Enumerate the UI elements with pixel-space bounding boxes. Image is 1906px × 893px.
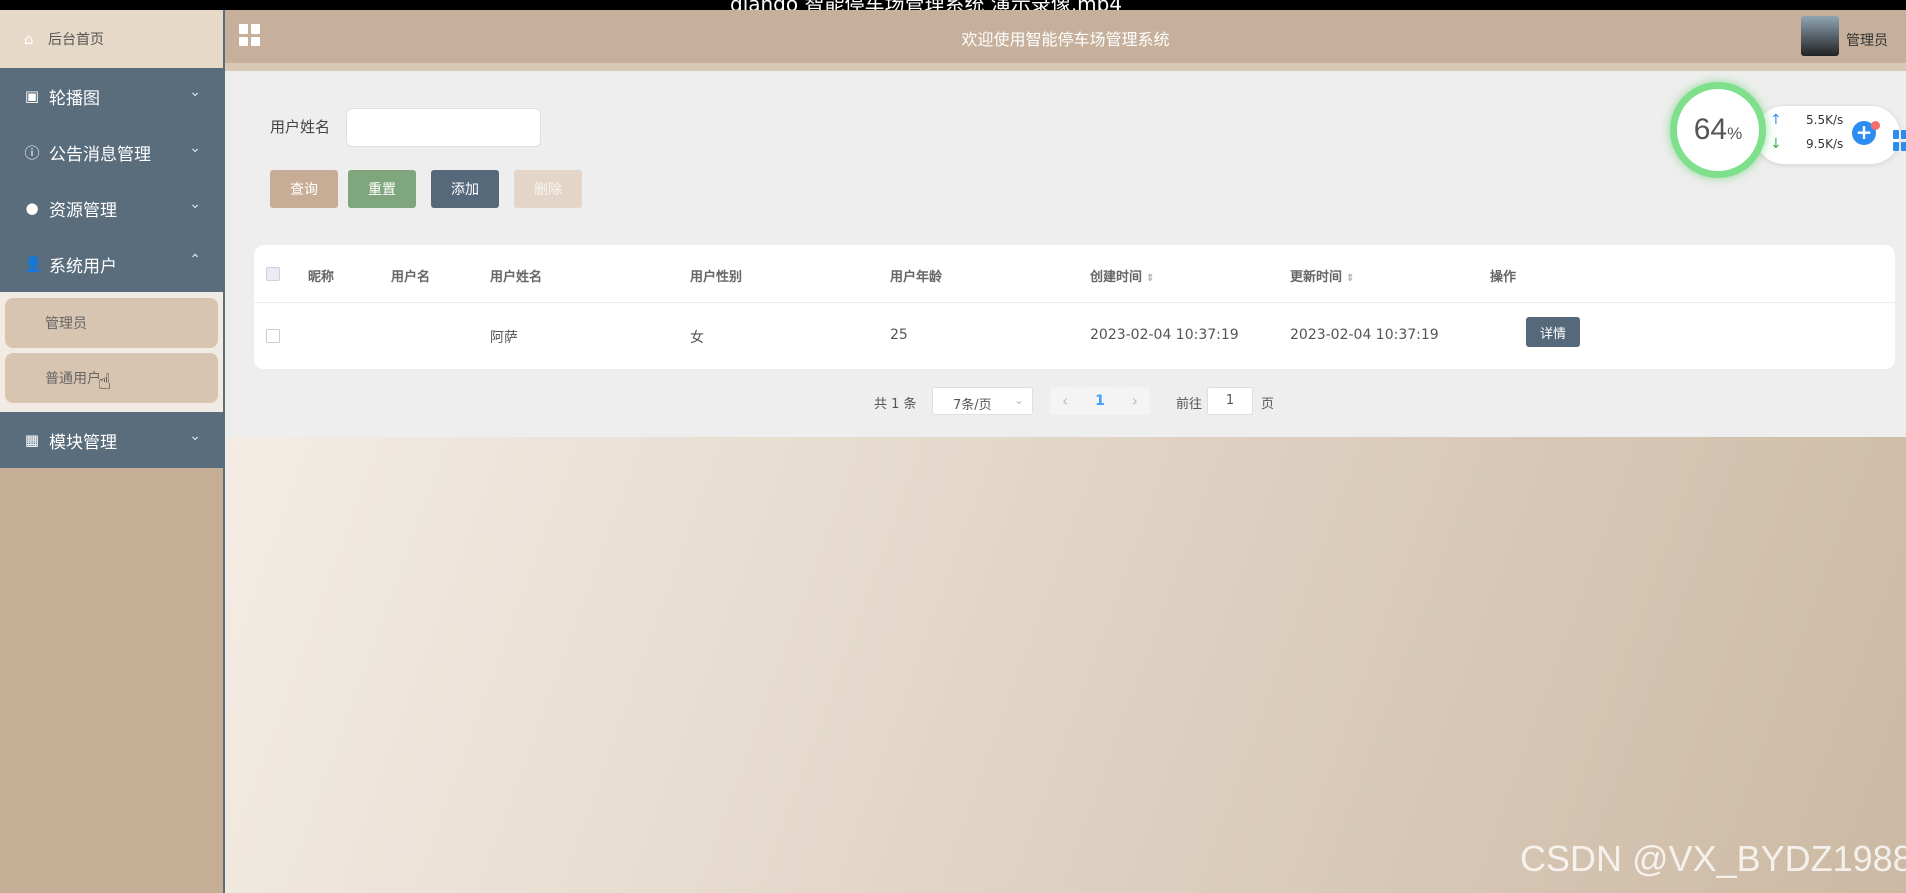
submenu-item-admin[interactable]: 管理员 (5, 298, 218, 348)
search-label: 用户姓名 (270, 118, 331, 136)
page-size-value: 7条/页 (953, 398, 992, 413)
grid-icon: ▦ (24, 431, 40, 449)
sidebar-item-notices[interactable]: ⓘ 公告消息管理 ⌄ (0, 124, 223, 180)
table-row: 阿萨 女 25 2023-02-04 10:37:19 2023-02-04 1… (254, 304, 1895, 369)
chevron-left-icon: ‹ (1062, 392, 1068, 410)
chevron-down-icon: ⌄ (189, 196, 201, 212)
sidebar-item-label: 资源管理 (49, 200, 117, 221)
percent-sign: % (1727, 124, 1743, 143)
submenu-item-label: 管理员 (45, 316, 87, 332)
sort-icon[interactable]: ⇕ (1146, 273, 1154, 284)
prev-page-button[interactable]: ‹ (1050, 387, 1080, 415)
sidebar-item-system-users[interactable]: 👤 系统用户 ⌃ (0, 236, 223, 292)
column-header-actions: 操作 (1490, 270, 1517, 285)
user-icon: 👤 (24, 255, 43, 273)
page-unit-label: 页 (1261, 397, 1275, 412)
column-header-realname: 用户姓名 (490, 270, 543, 285)
column-header-age: 用户年龄 (890, 270, 943, 285)
column-header-created-label: 创建时间 (1090, 270, 1143, 285)
chevron-right-icon: › (1132, 392, 1138, 410)
main-panel: 用户姓名 查询 重置 添加 删除 昵称 用户名 用户姓名 用户性别 用户年龄 创… (225, 71, 1906, 437)
sidebar-item-label: 公告消息管理 (49, 144, 151, 165)
column-header-username: 用户名 (391, 270, 431, 285)
apps-icon[interactable] (1893, 130, 1906, 152)
download-arrow-icon: ↓ (1770, 136, 1782, 152)
column-header-nickname: 昵称 (308, 270, 335, 285)
cell-age: 25 (890, 327, 908, 343)
video-title-bar: django 智能停车场管理系统 演示录像.mp4 (0, 0, 1906, 10)
table-header-row: 昵称 用户名 用户姓名 用户性别 用户年龄 创建时间 ⇕ 更新时间 ⇕ 操作 (254, 245, 1895, 303)
goto-page-input[interactable]: 1 (1207, 387, 1253, 415)
top-header: 欢迎使用智能停车场管理系统 管理员 (225, 10, 1906, 63)
sidebar-item-resources[interactable]: ● 资源管理 ⌄ (0, 180, 223, 236)
goto-label: 前往 (1176, 397, 1203, 412)
column-header-updated[interactable]: 更新时间 ⇕ (1290, 266, 1354, 285)
column-header-gender: 用户性别 (690, 270, 743, 285)
query-button[interactable]: 查询 (270, 170, 338, 208)
notification-dot (1871, 121, 1880, 130)
download-speed: 9.5K/s (1806, 137, 1844, 151)
home-icon: ⌂ (24, 30, 34, 48)
chevron-up-icon: ⌃ (189, 252, 201, 268)
memory-usage-gauge[interactable]: 64% (1670, 82, 1766, 178)
upload-speed: 5.5K/s (1806, 113, 1844, 127)
system-users-submenu: 管理员 普通用户 (0, 292, 223, 412)
content-background (225, 437, 1906, 893)
page-size-select[interactable]: 7条/页 ⌄ (932, 387, 1033, 415)
cell-gender: 女 (690, 330, 704, 346)
add-button[interactable]: 添加 (431, 170, 499, 208)
sidebar-item-home[interactable]: ⌂ 后台首页 (0, 10, 223, 68)
reset-button[interactable]: 重置 (348, 170, 416, 208)
usage-percent: 64 (1693, 113, 1728, 146)
current-user-name[interactable]: 管理员 (1846, 30, 1888, 50)
avatar[interactable] (1801, 16, 1839, 56)
sidebar-item-modules[interactable]: ▦ 模块管理 ⌄ (0, 412, 223, 468)
sidebar-item-label: 系统用户 (49, 256, 117, 277)
chevron-down-icon: ⌄ (189, 140, 201, 156)
chevron-down-icon: ⌄ (189, 84, 201, 100)
hand-cursor-icon: ☝ (98, 370, 112, 395)
image-icon: ▣ (24, 87, 40, 105)
sidebar-item-carousel[interactable]: ▣ 轮播图 ⌄ (0, 68, 223, 124)
watermark: CSDN @VX_BYDZ1988 (1520, 838, 1906, 879)
bulb-icon: ● (25, 199, 39, 217)
submenu-item-label: 普通用户 (45, 371, 101, 387)
cell-updated: 2023-02-04 10:37:19 (1290, 327, 1439, 343)
sidebar-item-label: 轮播图 (49, 88, 100, 109)
sidebar: ⌂ 后台首页 ▣ 轮播图 ⌄ ⓘ 公告消息管理 ⌄ ● 资源管理 ⌄ 👤 系统用… (0, 10, 225, 893)
info-icon: ⓘ (24, 143, 40, 162)
chevron-down-icon: ⌄ (189, 428, 201, 444)
current-page[interactable]: 1 (1080, 387, 1120, 415)
chevron-down-icon: ⌄ (1013, 393, 1024, 407)
upload-arrow-icon: ↑ (1770, 112, 1782, 128)
realname-search-input[interactable] (346, 108, 541, 147)
sidebar-home-label: 后台首页 (48, 32, 104, 48)
welcome-title: 欢迎使用智能停车场管理系统 (961, 30, 1170, 49)
detail-button[interactable]: 详情 (1526, 317, 1580, 347)
column-header-updated-label: 更新时间 (1290, 270, 1343, 285)
next-page-button[interactable]: › (1120, 387, 1150, 415)
delete-button[interactable]: 删除 (514, 170, 582, 208)
header-divider (225, 63, 1906, 71)
sort-icon[interactable]: ⇕ (1346, 273, 1354, 284)
sidebar-item-label: 模块管理 (49, 432, 117, 453)
cell-created: 2023-02-04 10:37:19 (1090, 327, 1239, 343)
column-header-created[interactable]: 创建时间 ⇕ (1090, 266, 1154, 285)
pagination-total: 共 1 条 (874, 397, 917, 412)
submenu-item-normal-user[interactable]: 普通用户 (5, 353, 218, 403)
cell-realname: 阿萨 (490, 330, 518, 346)
select-all-checkbox[interactable] (266, 267, 280, 281)
users-table: 昵称 用户名 用户姓名 用户性别 用户年龄 创建时间 ⇕ 更新时间 ⇕ 操作 阿萨 … (254, 245, 1895, 369)
video-title: django 智能停车场管理系统 演示录像.mp4 (730, 0, 1122, 10)
row-checkbox[interactable] (266, 329, 280, 343)
